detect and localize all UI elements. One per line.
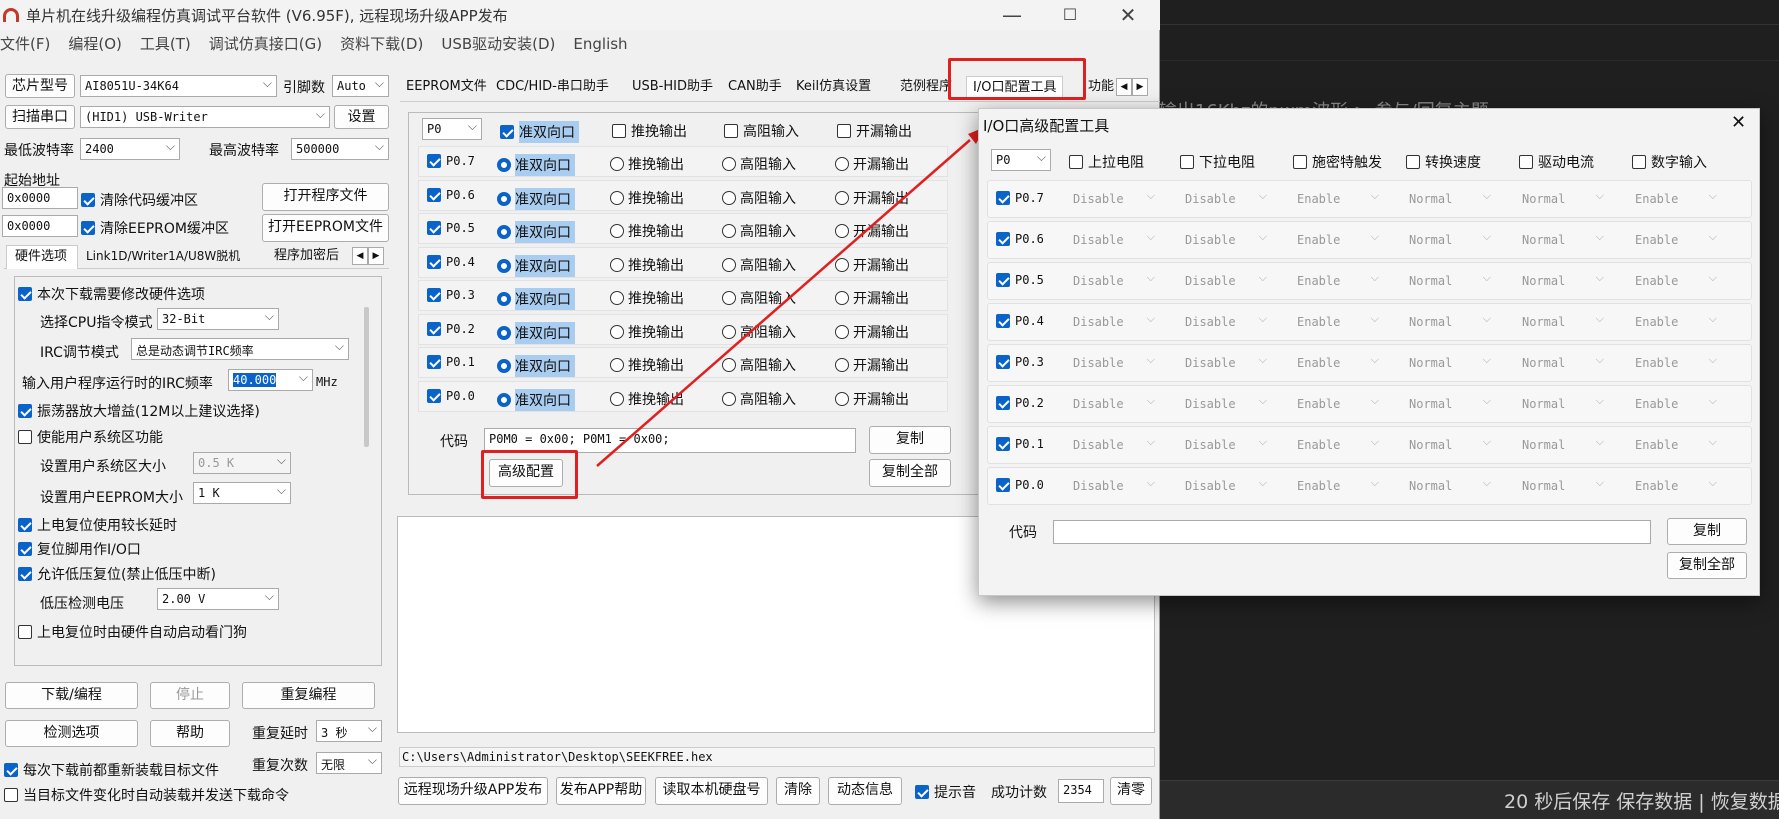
- check-icon: [996, 355, 1010, 369]
- dialog-option-select[interactable]: Normal: [1407, 434, 1493, 456]
- dialog-option-select[interactable]: Normal: [1520, 188, 1606, 210]
- dialog-option-select[interactable]: Enable: [1295, 188, 1381, 210]
- dialog-option-select[interactable]: Enable: [1633, 352, 1719, 374]
- check-icon: [996, 191, 1010, 205]
- check-icon: [996, 232, 1010, 246]
- dialog-pin-checkbox[interactable]: P0.3: [996, 355, 1044, 369]
- check-icon: [996, 478, 1010, 492]
- dialog-header-checkbox[interactable]: 上拉电阻: [1069, 152, 1144, 172]
- dialog-option-select[interactable]: Normal: [1520, 434, 1606, 456]
- dialog-option-select[interactable]: Disable: [1071, 475, 1157, 497]
- dialog-option-select[interactable]: Normal: [1407, 270, 1493, 292]
- dialog-option-select[interactable]: Normal: [1407, 393, 1493, 415]
- dialog-option-select[interactable]: Normal: [1407, 229, 1493, 251]
- dialog-option-select[interactable]: Enable: [1633, 475, 1719, 497]
- dialog-option-select[interactable]: Disable: [1071, 393, 1157, 415]
- dialog-pin-checkbox[interactable]: P0.5: [996, 273, 1044, 287]
- dialog-option-select[interactable]: Normal: [1520, 229, 1606, 251]
- dialog-option-select[interactable]: Disable: [1183, 393, 1269, 415]
- dialog-option-select[interactable]: Normal: [1407, 352, 1493, 374]
- dialog-header-checkbox[interactable]: 驱动电流: [1519, 152, 1594, 172]
- dialog-copy-button[interactable]: 复制: [1667, 518, 1747, 545]
- dialog-option-select[interactable]: Disable: [1071, 434, 1157, 456]
- check-icon: [996, 273, 1010, 287]
- dialog-option-select[interactable]: Disable: [1183, 270, 1269, 292]
- dialog-option-select[interactable]: Disable: [1183, 311, 1269, 333]
- dialog-code-label: 代码: [1009, 525, 1037, 541]
- dialog-option-select[interactable]: Disable: [1071, 188, 1157, 210]
- dialog-option-select[interactable]: Enable: [1633, 229, 1719, 251]
- io-advanced-dialog: I/O口高级配置工具 ✕ P0 代码 复制 复制全部 上拉电阻 下拉电阻 施密特触发…: [978, 108, 1760, 596]
- dialog-option-select[interactable]: Normal: [1520, 270, 1606, 292]
- dialog-option-select[interactable]: Enable: [1633, 393, 1719, 415]
- dialog-option-select[interactable]: Disable: [1183, 475, 1269, 497]
- dialog-option-select[interactable]: Normal: [1407, 475, 1493, 497]
- check-icon: [996, 314, 1010, 328]
- check-icon: [996, 437, 1010, 451]
- dialog-option-select[interactable]: Enable: [1295, 229, 1381, 251]
- dialog-option-select[interactable]: Enable: [1295, 393, 1381, 415]
- dialog-option-select[interactable]: Disable: [1183, 188, 1269, 210]
- dialog-option-select[interactable]: Enable: [1295, 475, 1381, 497]
- dialog-option-select[interactable]: Enable: [1633, 188, 1719, 210]
- dialog-option-select[interactable]: Enable: [1295, 434, 1381, 456]
- dialog-option-select[interactable]: Disable: [1071, 352, 1157, 374]
- dialog-header-checkbox[interactable]: 转换速度: [1406, 152, 1481, 172]
- dialog-copy-all-button[interactable]: 复制全部: [1667, 552, 1747, 579]
- dialog-option-select[interactable]: Enable: [1295, 270, 1381, 292]
- dialog-option-select[interactable]: Enable: [1633, 434, 1719, 456]
- dialog-header-checkbox[interactable]: 施密特触发: [1293, 152, 1382, 172]
- dialog-option-select[interactable]: Disable: [1183, 352, 1269, 374]
- dialog-code-output[interactable]: [1053, 520, 1651, 544]
- dialog-port-select[interactable]: P0: [991, 149, 1051, 171]
- dialog-header-checkbox[interactable]: 数字输入: [1632, 152, 1707, 172]
- dialog-option-select[interactable]: Normal: [1520, 475, 1606, 497]
- dialog-option-select[interactable]: Normal: [1407, 311, 1493, 333]
- dialog-option-select[interactable]: Normal: [1407, 188, 1493, 210]
- dialog-option-select[interactable]: Disable: [1183, 434, 1269, 456]
- dialog-option-select[interactable]: Enable: [1295, 311, 1381, 333]
- dialog-option-select[interactable]: Enable: [1295, 352, 1381, 374]
- dialog-option-select[interactable]: Disable: [1183, 229, 1269, 251]
- dialog-option-select[interactable]: Disable: [1071, 229, 1157, 251]
- dialog-option-select[interactable]: Normal: [1520, 311, 1606, 333]
- dialog-pin-checkbox[interactable]: P0.2: [996, 396, 1044, 410]
- dialog-pin-checkbox[interactable]: P0.0: [996, 478, 1044, 492]
- dialog-option-select[interactable]: Disable: [1071, 270, 1157, 292]
- dialog-option-select[interactable]: Enable: [1633, 311, 1719, 333]
- dialog-pin-checkbox[interactable]: P0.4: [996, 314, 1044, 328]
- dialog-option-select[interactable]: Enable: [1633, 270, 1719, 292]
- check-icon: [996, 396, 1010, 410]
- dialog-title: I/O口高级配置工具: [983, 117, 1110, 135]
- dialog-pin-checkbox[interactable]: P0.6: [996, 232, 1044, 246]
- dialog-header-checkbox[interactable]: 下拉电阻: [1180, 152, 1255, 172]
- dialog-option-select[interactable]: Normal: [1520, 352, 1606, 374]
- dialog-pin-checkbox[interactable]: P0.1: [996, 437, 1044, 451]
- dialog-option-select[interactable]: Normal: [1520, 393, 1606, 415]
- dialog-close-icon[interactable]: ✕: [1731, 112, 1746, 133]
- dialog-option-select[interactable]: Disable: [1071, 311, 1157, 333]
- dialog-pin-checkbox[interactable]: P0.7: [996, 191, 1044, 205]
